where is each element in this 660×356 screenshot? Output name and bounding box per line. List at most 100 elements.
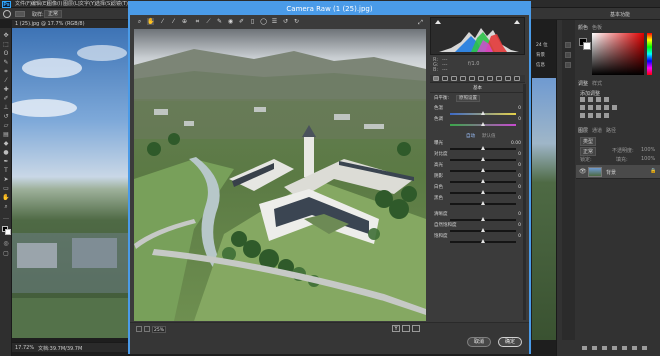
extras-icon[interactable]: …: [2, 214, 10, 221]
slider-thumb[interactable]: [480, 228, 485, 232]
ok-button[interactable]: 确定: [498, 337, 522, 347]
healing-tool-icon[interactable]: ✚: [2, 86, 10, 93]
targeted-adjustment-icon[interactable]: ⊕: [181, 18, 188, 25]
opacity-value[interactable]: 100%: [641, 147, 655, 153]
slider-thumb[interactable]: [480, 157, 485, 161]
slider-track[interactable]: [450, 228, 516, 232]
dodge-tool-icon[interactable]: ●: [2, 149, 10, 156]
slider-track[interactable]: [450, 190, 516, 194]
slider-value[interactable]: 0: [518, 196, 521, 202]
preset-picker[interactable]: [15, 11, 25, 17]
snapshots-tab-icon[interactable]: [514, 76, 520, 81]
spot-removal-icon[interactable]: ✎: [216, 18, 223, 25]
radial-filter-icon[interactable]: ◯: [260, 18, 267, 25]
layer-filter-select[interactable]: 类型: [580, 137, 597, 146]
straighten-icon[interactable]: ⟋: [205, 18, 212, 25]
graduated-filter-icon[interactable]: ▯: [249, 18, 256, 25]
blend-mode-select[interactable]: 正常: [580, 147, 597, 156]
camera-calibration-tab-icon[interactable]: [496, 76, 502, 81]
hsl-tab-icon[interactable]: [460, 76, 466, 81]
slider-track[interactable]: [450, 217, 516, 221]
slider-thumb[interactable]: [480, 201, 485, 205]
tab-layers[interactable]: 图层: [578, 127, 588, 134]
swap-settings-icon[interactable]: [402, 325, 410, 332]
menu-type[interactable]: 文字(Y): [79, 1, 96, 8]
default-link[interactable]: 默认值: [482, 133, 496, 139]
brush-tool-icon[interactable]: ✐: [2, 95, 10, 102]
path-select-tool-icon[interactable]: ➤: [2, 176, 10, 183]
zoom-readout[interactable]: 17.72%: [15, 345, 34, 351]
split-toning-tab-icon[interactable]: [469, 76, 475, 81]
cancel-button[interactable]: 取消: [467, 337, 491, 347]
menu-layer[interactable]: 图层(L): [63, 1, 80, 8]
color-sampler-icon[interactable]: ⁄: [170, 18, 177, 25]
slider-thumb[interactable]: [480, 179, 485, 183]
hand-icon[interactable]: ✋: [147, 18, 154, 25]
slider-thumb[interactable]: [480, 168, 485, 172]
background-color-swatch[interactable]: [5, 229, 11, 235]
rotate-left-icon[interactable]: ↺: [282, 18, 289, 25]
slider-value[interactable]: 0: [518, 174, 521, 180]
slider-value[interactable]: 0: [518, 106, 521, 112]
slider-track[interactable]: [450, 179, 516, 183]
slider-thumb[interactable]: [480, 146, 485, 150]
document-canvas-right[interactable]: [532, 78, 556, 340]
slider-thumb[interactable]: [480, 217, 485, 221]
slider-track[interactable]: [450, 111, 516, 115]
history-panel-icon[interactable]: [565, 42, 571, 48]
marquee-tool-icon[interactable]: ⬚: [2, 41, 10, 48]
preview-preferences-icon[interactable]: [412, 325, 420, 332]
document-canvas[interactable]: [12, 28, 129, 338]
slider-value[interactable]: 0: [518, 152, 521, 158]
screen-mode-icon[interactable]: ▢: [2, 250, 10, 257]
pen-tool-icon[interactable]: ✒: [2, 158, 10, 165]
hand-tool-icon[interactable]: ✋: [2, 194, 10, 201]
slider-thumb[interactable]: [480, 111, 485, 115]
slider-thumb[interactable]: [480, 239, 485, 243]
slider-thumb[interactable]: [480, 122, 485, 126]
eraser-tool-icon[interactable]: ▱: [2, 122, 10, 129]
slider-track[interactable]: [450, 122, 516, 126]
slider-value[interactable]: 0: [518, 163, 521, 169]
panel-scrollbar[interactable]: [523, 84, 526, 320]
sample-select[interactable]: 正常: [44, 10, 63, 18]
actions-panel-icon[interactable]: [565, 52, 571, 58]
image-preview[interactable]: [134, 29, 426, 321]
slider-track[interactable]: [450, 239, 516, 243]
workspace-switcher[interactable]: 基本功能: [610, 11, 630, 18]
tab-swatches[interactable]: 色板: [592, 24, 602, 31]
layer-name[interactable]: 背景: [606, 169, 616, 176]
visibility-eye-icon[interactable]: 👁: [579, 168, 587, 175]
menu-filter[interactable]: 滤镜(T): [111, 1, 128, 8]
effects-tab-icon[interactable]: [487, 76, 493, 81]
slider-value[interactable]: 0: [518, 212, 521, 218]
slider-value[interactable]: 0.00: [511, 141, 521, 147]
adjustment-brush-icon[interactable]: ✐: [238, 18, 245, 25]
hue-slider[interactable]: [647, 33, 652, 75]
brush-tool-icon[interactable]: [3, 10, 11, 18]
crop-tool-icon[interactable]: ⌗: [2, 68, 10, 75]
zoom-in-icon[interactable]: [144, 326, 150, 332]
slider-thumb[interactable]: [480, 190, 485, 194]
tab-paths[interactable]: 路径: [606, 127, 616, 134]
quick-select-tool-icon[interactable]: ✎: [2, 59, 10, 66]
crop-icon[interactable]: ⌗: [194, 18, 201, 25]
shape-tool-icon[interactable]: ▭: [2, 185, 10, 192]
properties-panel-icon[interactable]: [565, 62, 571, 68]
zoom-icon[interactable]: ⌕: [136, 18, 143, 25]
slider-value[interactable]: 0: [518, 234, 521, 240]
tab-channels[interactable]: 通道: [592, 127, 602, 134]
slider-value[interactable]: 0: [518, 223, 521, 229]
white-balance-icon[interactable]: ⁄: [159, 18, 166, 25]
stamp-tool-icon[interactable]: ⊥: [2, 104, 10, 111]
history-brush-tool-icon[interactable]: ↺: [2, 113, 10, 120]
slider-track[interactable]: [450, 168, 516, 172]
auto-link[interactable]: 自动: [466, 133, 475, 139]
menu-edit[interactable]: 编辑(E): [31, 1, 48, 8]
tab-adjustments[interactable]: 调整: [578, 80, 588, 87]
fullscreen-icon[interactable]: ⤢: [417, 19, 424, 26]
color-picker-field[interactable]: [592, 33, 644, 75]
before-after-toggle-icon[interactable]: Y: [392, 325, 400, 332]
lasso-tool-icon[interactable]: ʘ: [2, 50, 10, 57]
tab-color[interactable]: 颜色: [578, 24, 588, 31]
